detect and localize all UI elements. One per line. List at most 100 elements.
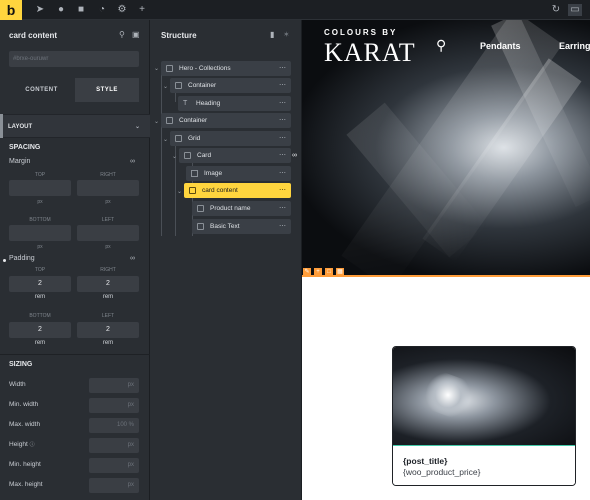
nav-item-pendants[interactable]: Pendants xyxy=(480,41,521,51)
padding-right-unit[interactable]: rem xyxy=(77,294,139,300)
margin-bottom-input[interactable] xyxy=(9,225,71,241)
product-title[interactable]: {post_title} xyxy=(403,456,447,466)
info-icon[interactable]: ⓘ xyxy=(30,442,35,448)
tree-node-product-name[interactable]: Product name ⋯ xyxy=(192,201,291,216)
product-image[interactable] xyxy=(393,347,575,445)
save-icon[interactable]: ▣ xyxy=(132,30,140,39)
tree-line xyxy=(175,92,176,102)
product-card[interactable]: {post_title} {woo_product_price} xyxy=(392,346,576,486)
more-icon[interactable]: ⋯ xyxy=(279,201,286,216)
max-width-label: Max. width xyxy=(9,421,41,428)
search-icon[interactable]: ⚲ xyxy=(436,37,446,54)
image-icon xyxy=(191,170,198,177)
grid-icon[interactable]: ▦ xyxy=(336,268,344,276)
desktop-icon[interactable]: ▭ xyxy=(568,4,582,16)
text-icon xyxy=(197,223,204,230)
help-icon[interactable]: ● xyxy=(55,4,67,16)
pin-icon[interactable]: ✶ xyxy=(283,30,290,39)
section-indicator xyxy=(0,114,3,138)
chevron-down-icon[interactable]: ⌄ xyxy=(154,65,159,72)
add-icon[interactable]: + xyxy=(314,268,322,276)
chevron-down-icon[interactable]: ⌄ xyxy=(177,188,182,195)
more-icon[interactable]: ⋯ xyxy=(279,148,286,163)
tab-content[interactable]: CONTENT xyxy=(9,78,74,102)
cursor-icon[interactable]: ➤ xyxy=(34,4,46,16)
min-height-input[interactable]: px xyxy=(89,458,139,473)
nav-item-earrings[interactable]: Earring xyxy=(559,41,590,51)
padding-bottom-input[interactable]: 2 xyxy=(9,322,71,338)
chevron-down-icon[interactable]: ⌄ xyxy=(163,83,168,90)
tree-node-container-2[interactable]: Container ⋯ xyxy=(161,113,291,128)
block-icon xyxy=(184,152,191,159)
more-icon[interactable]: ⋯ xyxy=(279,166,286,181)
more-icon[interactable]: ⋯ xyxy=(279,78,286,93)
padding-top-unit[interactable]: rem xyxy=(9,294,71,300)
padding-label: Padding xyxy=(9,255,35,262)
max-height-input[interactable]: px xyxy=(89,478,139,493)
min-width-input[interactable]: px xyxy=(89,398,139,413)
tree-node-card[interactable]: Card ⋯ xyxy=(179,148,291,163)
brand-tagline: COLOURS BY xyxy=(324,28,398,37)
chevron-down-icon: ⌄ xyxy=(134,124,140,130)
min-height-label: Min. height xyxy=(9,461,41,468)
logo[interactable]: b xyxy=(0,0,22,20)
tree-node-basic-text[interactable]: Basic Text ⋯ xyxy=(192,219,291,234)
chevron-down-icon[interactable]: ⌄ xyxy=(163,136,168,143)
tree-node-grid[interactable]: Grid ⋯ xyxy=(170,131,291,146)
margin-top-input[interactable] xyxy=(9,180,71,196)
more-icon[interactable]: ⋯ xyxy=(279,61,286,76)
margin-left-input[interactable] xyxy=(77,225,139,241)
chevron-down-icon[interactable]: ⌄ xyxy=(154,118,159,125)
width-input[interactable]: px xyxy=(89,378,139,393)
trash-icon[interactable]: ▮ xyxy=(270,30,274,39)
margin-left-caption: LEFT xyxy=(101,217,115,223)
tree-node-heading[interactable]: T Heading ⋯ xyxy=(178,96,291,111)
add-icon[interactable]: + xyxy=(136,4,148,16)
max-width-input[interactable]: 100 % xyxy=(89,418,139,433)
padding-top-input[interactable]: 2 xyxy=(9,276,71,292)
more-icon[interactable]: ⋯ xyxy=(279,96,286,111)
preview-canvas[interactable]: COLOURS BY KARAT ⚲ Pendants Earring ✎ + … xyxy=(302,20,590,500)
tree-node-image[interactable]: Image ⋯ xyxy=(186,166,291,181)
margin-bottom-caption: BOTTOM xyxy=(29,217,51,223)
top-toolbar: b ➤ ● ■ ◔ ⚙ + ↻ ▭ xyxy=(0,0,590,20)
edit-icon[interactable]: ✎ xyxy=(303,268,311,276)
more-icon[interactable]: ⋯ xyxy=(279,219,286,234)
tree-node-card-content[interactable]: card content ⋯ xyxy=(184,183,291,198)
margin-top-caption: TOP xyxy=(34,172,46,178)
more-icon[interactable]: ⋯ xyxy=(279,131,286,146)
more-icon[interactable]: ⋯ xyxy=(279,113,286,128)
settings-icon[interactable]: ⚙ xyxy=(116,4,128,16)
link-icon[interactable]: ∞ xyxy=(292,152,297,159)
tree-node-container[interactable]: Container ⋯ xyxy=(170,78,291,93)
link-icon[interactable]: ∞ xyxy=(130,255,135,262)
undo-icon[interactable]: ↻ xyxy=(550,4,562,16)
link-icon[interactable]: ∞ xyxy=(130,158,135,165)
brand-logo[interactable]: KARAT xyxy=(324,38,416,68)
padding-left-unit[interactable]: rem xyxy=(77,340,139,346)
margin-bottom-unit: px xyxy=(37,244,43,250)
duplicate-icon[interactable]: □ xyxy=(325,268,333,276)
layout-section-header[interactable]: LAYOUT ⌄ xyxy=(0,114,150,138)
css-id-input[interactable]: #brxe-ouruwr xyxy=(9,51,139,67)
product-price[interactable]: {woo_product_price} xyxy=(403,467,481,477)
structure-panel: Structure ▮ ✶ ⌄ Hero - Collections ⋯ ⌄ C… xyxy=(150,20,302,500)
structure-title: Structure xyxy=(161,31,197,40)
padding-left-input[interactable]: 2 xyxy=(77,322,139,338)
card-content[interactable]: {post_title} {woo_product_price} xyxy=(393,445,575,485)
hero-section[interactable]: COLOURS BY KARAT ⚲ Pendants Earring xyxy=(302,20,590,277)
tree-node-hero-collections[interactable]: Hero - Collections ⋯ xyxy=(161,61,291,76)
search-icon[interactable]: ⚲ xyxy=(119,30,125,39)
page-icon[interactable]: ■ xyxy=(75,4,87,16)
container-icon xyxy=(175,82,182,89)
height-input[interactable]: px xyxy=(89,438,139,453)
padding-bottom-unit[interactable]: rem xyxy=(9,340,71,346)
margin-right-input[interactable] xyxy=(77,180,139,196)
tab-style[interactable]: STYLE xyxy=(75,78,139,102)
more-icon[interactable]: ⋯ xyxy=(279,183,286,198)
padding-right-input[interactable]: 2 xyxy=(77,276,139,292)
padding-right-caption: RIGHT xyxy=(100,267,116,273)
padding-set-dot xyxy=(3,259,6,262)
history-icon[interactable]: ◔ xyxy=(96,4,108,16)
chevron-down-icon[interactable]: ⌄ xyxy=(172,153,177,160)
